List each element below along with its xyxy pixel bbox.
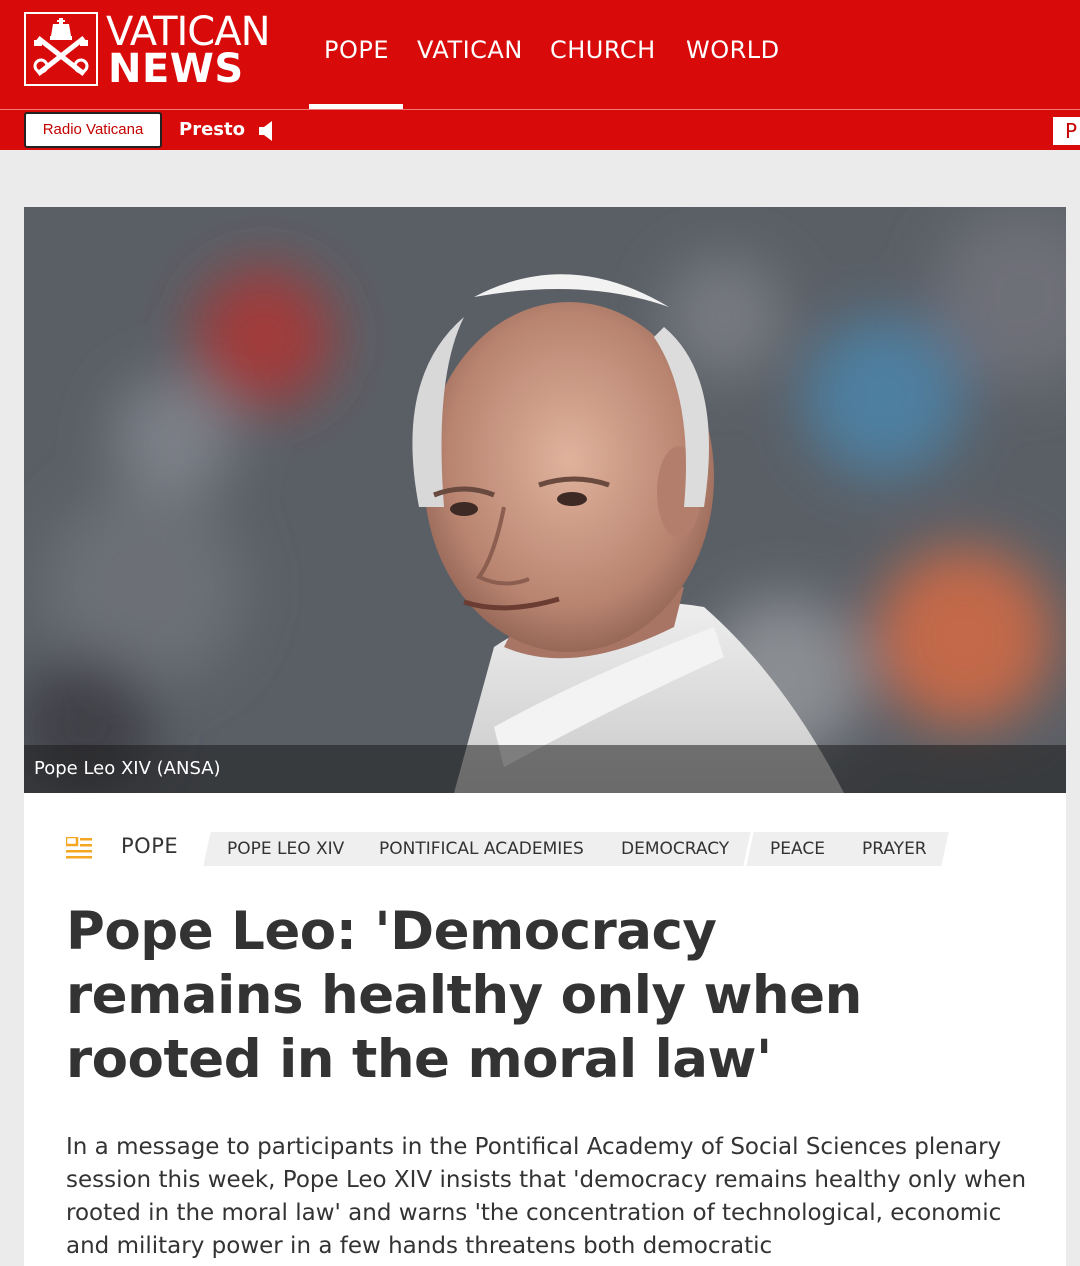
article-headline: Pope Leo: 'Democracy remains healthy onl… (66, 901, 862, 1090)
pope-photo (24, 207, 1066, 793)
article-lead: In a message to participants in the Pont… (66, 1134, 1027, 1259)
radio-bar: Radio Vaticana Presto (0, 110, 1080, 150)
radio-vaticana-button[interactable]: Radio Vaticana (24, 112, 162, 148)
tag-label: PONTIFICAL ACADEMIES (379, 839, 584, 859)
tag-label: PRAYER (862, 839, 927, 859)
top-header: VATICAN NEWS POPE VATICAN CHURCH WORLD (0, 0, 1080, 110)
vatican-logo[interactable] (24, 12, 98, 86)
presto-label: Presto (179, 119, 245, 140)
speaker-icon[interactable] (258, 121, 274, 141)
active-nav-indicator (309, 104, 403, 109)
article-category-icon (66, 837, 92, 859)
nav-pope[interactable]: POPE (324, 36, 389, 64)
tag-label: DEMOCRACY (621, 839, 730, 859)
tag-label: PEACE (770, 839, 825, 859)
tag-prayer[interactable]: PRAYER (838, 832, 949, 866)
nav-world[interactable]: WORLD (686, 36, 780, 64)
brand-bottom[interactable]: NEWS (108, 49, 244, 89)
tag-pope-leo-xiv[interactable]: POPE LEO XIV (203, 832, 366, 866)
article-category[interactable]: POPE (121, 834, 178, 858)
tag-democracy[interactable]: DEMOCRACY (597, 832, 751, 866)
photo-caption: Pope Leo XIV (ANSA) (24, 745, 1066, 793)
nav-vatican[interactable]: VATICAN (417, 36, 523, 64)
nav-church[interactable]: CHURCH (550, 36, 656, 64)
hero-image: Pope Leo XIV (ANSA) (24, 207, 1066, 793)
tag-peace[interactable]: PEACE (746, 832, 847, 866)
tag-label: POPE LEO XIV (227, 839, 345, 859)
tag-pontifical-academies[interactable]: PONTIFICAL ACADEMIES (355, 832, 606, 866)
subbar-edge-button[interactable]: P (1053, 117, 1080, 145)
papal-keys-icon (33, 18, 89, 76)
